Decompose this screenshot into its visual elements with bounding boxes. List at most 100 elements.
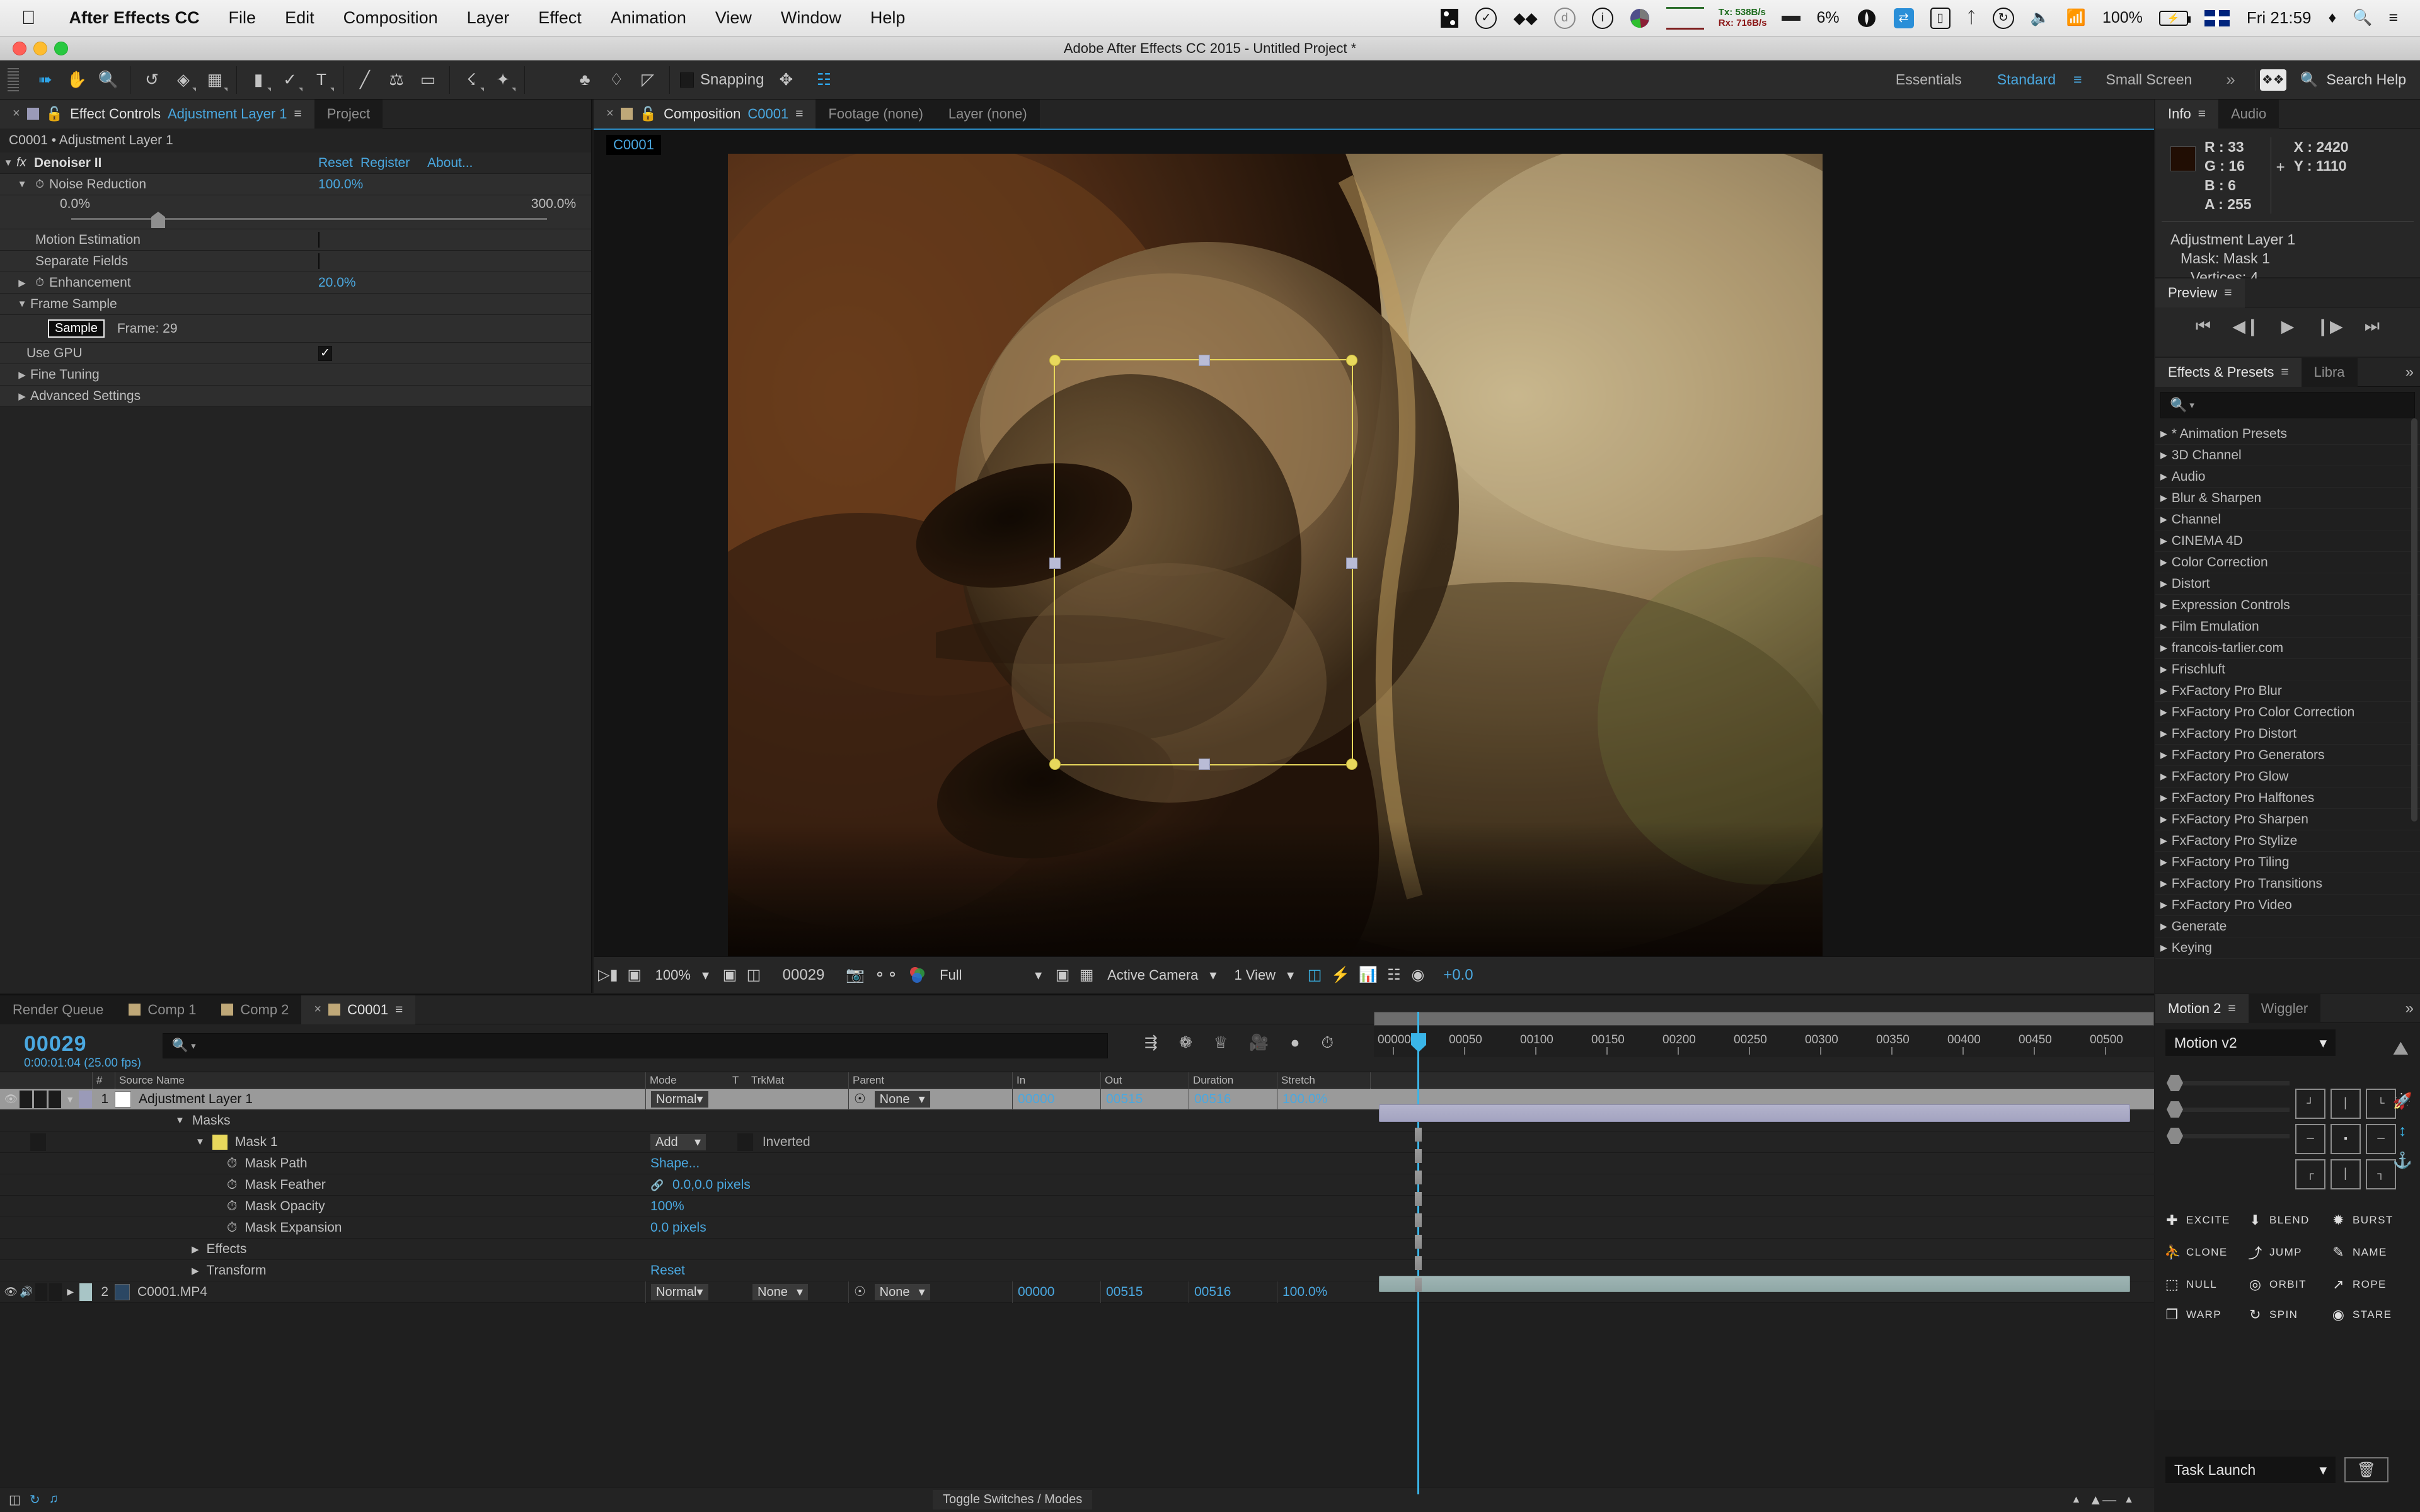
menu-item-composition[interactable]: Composition [329,8,452,28]
layer-in-value[interactable]: 00000 [1012,1281,1100,1303]
property-row-effects[interactable]: ▶ Effects [0,1239,2154,1260]
disclosure-triangle-icon[interactable]: ▶ [2160,621,2172,632]
property-row-mask-path[interactable]: ⏱ Mask Path Shape... [0,1153,2154,1174]
list-item[interactable]: ▶ francois-tarlier.com [2155,638,2420,659]
tab-layer[interactable]: Layer (none) [935,99,1040,129]
param-value[interactable]: 20.0% [318,275,356,290]
view-axis-icon[interactable]: ◸ [632,66,664,94]
motion-button-null[interactable]: ⬚ NULL [2164,1276,2247,1293]
mask-edge-handle[interactable] [1346,558,1357,569]
list-item[interactable]: ▶ FxFactory Pro Generators [2155,745,2420,766]
disclosure-triangle-icon[interactable]: ▶ [2160,814,2172,825]
pixel-aspect-icon[interactable]: ◫ [1303,962,1327,988]
disclosure-triangle-icon[interactable]: ▶ [2160,557,2172,568]
dropbox-icon[interactable]: ◆◆ [1505,9,1545,28]
disclosure-triangle-icon[interactable]: ▶ [14,391,30,402]
disclosure-triangle-icon[interactable]: ▶ [2160,857,2172,868]
list-item[interactable]: ▶ * Animation Presets [2155,423,2420,445]
hand-tool-icon[interactable]: ✋ [61,66,93,94]
tab-libraries[interactable]: Libra [2301,357,2358,387]
stopwatch-icon[interactable]: ⏱ [227,1220,237,1235]
camera-tool-icon[interactable]: ◈ [168,66,199,94]
first-frame-icon[interactable]: ⏮ [2196,316,2211,336]
world-axis-icon[interactable]: ♢ [601,66,632,94]
graph-editor-icon[interactable]: ⏱ [1322,1034,1334,1052]
parent-dropdown[interactable]: None ▾ [874,1091,930,1108]
sample-button[interactable]: Sample [48,319,105,338]
disclosure-triangle-icon[interactable]: ▶ [64,1283,78,1301]
panel-menu-icon[interactable]: ≡ [294,106,302,122]
istat-memory-icon[interactable] [1432,8,1467,28]
property-row-mask-feather[interactable]: ⏱ Mask Feather 🔗 0.0,0.0 pixels [0,1174,2154,1196]
zoom-select[interactable]: 100% ▾ [647,967,718,983]
anchor-middle-left[interactable]: ─ [2295,1124,2325,1154]
anchor-center[interactable]: ▪ [2331,1124,2361,1154]
menu-item-file[interactable]: File [214,8,271,28]
pickwhip-icon[interactable]: ☉ [854,1285,866,1299]
disclosure-triangle-icon[interactable]: ▼ [14,179,30,190]
menu-item-window[interactable]: Window [766,8,856,28]
inverted-checkbox[interactable] [737,1133,753,1151]
tab-info[interactable]: Info ≡ [2155,99,2218,129]
disclosure-triangle-icon[interactable]: ▶ [2160,685,2172,696]
notification-center-icon[interactable]: ≡ [2380,9,2406,27]
disclosure-triangle-icon[interactable]: ▶ [2160,900,2172,910]
eraser-tool-icon[interactable]: ▭ [412,66,444,94]
disclosure-triangle-icon[interactable]: ▼ [63,1091,77,1108]
disclosure-triangle-icon[interactable]: ▶ [2160,643,2172,653]
solo-toggle[interactable] [34,1090,47,1108]
layer-parent-cell[interactable]: ☉ None ▾ [848,1281,1012,1303]
disclosure-triangle-icon[interactable]: ▶ [2160,728,2172,739]
list-item[interactable]: ▶ Color Correction [2155,552,2420,573]
timeline-ruler[interactable]: 00000 00050 00100 00150 00200 00250 00300 00350… [1374,1026,2154,1057]
motion-version-select[interactable]: Motion v2 ▾ [2165,1029,2336,1056]
slider-thumb[interactable] [151,212,165,228]
panel-menu-icon[interactable]: ≡ [395,1002,403,1017]
lock-icon[interactable]: 🔓 [640,106,657,122]
layer-bar-footage[interactable] [1379,1276,2130,1292]
layer-parent-cell[interactable]: ☉ None ▾ [848,1088,1012,1110]
fast-previews-icon[interactable]: ⚡ [1327,962,1354,988]
list-item[interactable]: ▶ FxFactory Pro Tiling [2155,852,2420,873]
layer-switches[interactable]: 👁 ▼ [0,1090,93,1108]
mask-vertex-handle[interactable] [1049,355,1061,366]
list-item[interactable]: ▶ Audio [2155,466,2420,488]
disclosure-triangle-icon[interactable]: ▶ [2160,428,2172,439]
anchor-top-left[interactable]: ┘ [2295,1089,2325,1119]
disclosure-triangle-icon[interactable]: ▶ [2160,536,2172,546]
camera-select[interactable]: Active Camera ▾ [1098,967,1225,983]
roto-brush-tool-icon[interactable]: ☇ [456,66,487,94]
clock[interactable]: Fri 21:59 [2238,8,2320,28]
local-axis-icon[interactable]: ♣ [569,66,601,94]
list-item[interactable]: ▶ FxFactory Pro Color Correction [2155,702,2420,723]
audio-toggle[interactable] [20,1090,33,1108]
list-item[interactable]: ▶ CINEMA 4D [2155,530,2420,552]
current-time-display[interactable]: 00029 0:00:01:04 (25.00 fps) [0,1024,141,1070]
disclosure-triangle-icon[interactable]: ▶ [2160,942,2172,953]
tab-wiggler[interactable]: Wiggler [2248,994,2321,1023]
disclosure-triangle-icon[interactable]: ▶ [14,369,30,381]
reset-link[interactable]: Reset [318,156,353,171]
mountains-icon[interactable]: ⛰ [2393,1038,2409,1060]
stopwatch-icon[interactable]: ⏱ [30,178,49,191]
anchor-point-grid[interactable]: ┘ │ └ ─ ▪ ─ ┌ │ ┐ [2295,1089,2396,1189]
motion-button-excite[interactable]: ✚ EXCITE [2164,1212,2247,1228]
pie-chart-icon[interactable] [1622,8,1658,28]
mask-vertex-handle[interactable] [1346,759,1357,770]
flag-icon[interactable] [2196,9,2238,26]
trkmat-dropdown[interactable]: None ▾ [752,1283,808,1300]
list-item[interactable]: ▶ Generate [2155,916,2420,937]
layer-in-value[interactable]: 00000 [1012,1088,1100,1110]
pen-tool-icon[interactable]: ✓ [274,66,306,94]
effect-header-row[interactable]: ▼ fx Denoiser II Reset Register About... [0,152,591,174]
panel-menu-icon[interactable]: ≡ [2224,285,2232,301]
motion-button-name[interactable]: ✎ NAME [2331,1242,2414,1263]
channel-rgb-icon[interactable] [903,962,931,988]
anchor-top-right[interactable]: └ [2366,1089,2396,1119]
snap-align-icon[interactable]: ✥ [770,66,802,94]
list-item[interactable]: ▶ FxFactory Pro Distort [2155,723,2420,745]
spotlight-search-icon[interactable]: 🔍 [2344,9,2380,27]
list-item[interactable]: ▶ FxFactory Pro Glow [2155,766,2420,788]
transform-reset-link[interactable]: Reset [645,1260,834,1281]
param-row-motion-estimation[interactable]: Motion Estimation [0,229,591,251]
